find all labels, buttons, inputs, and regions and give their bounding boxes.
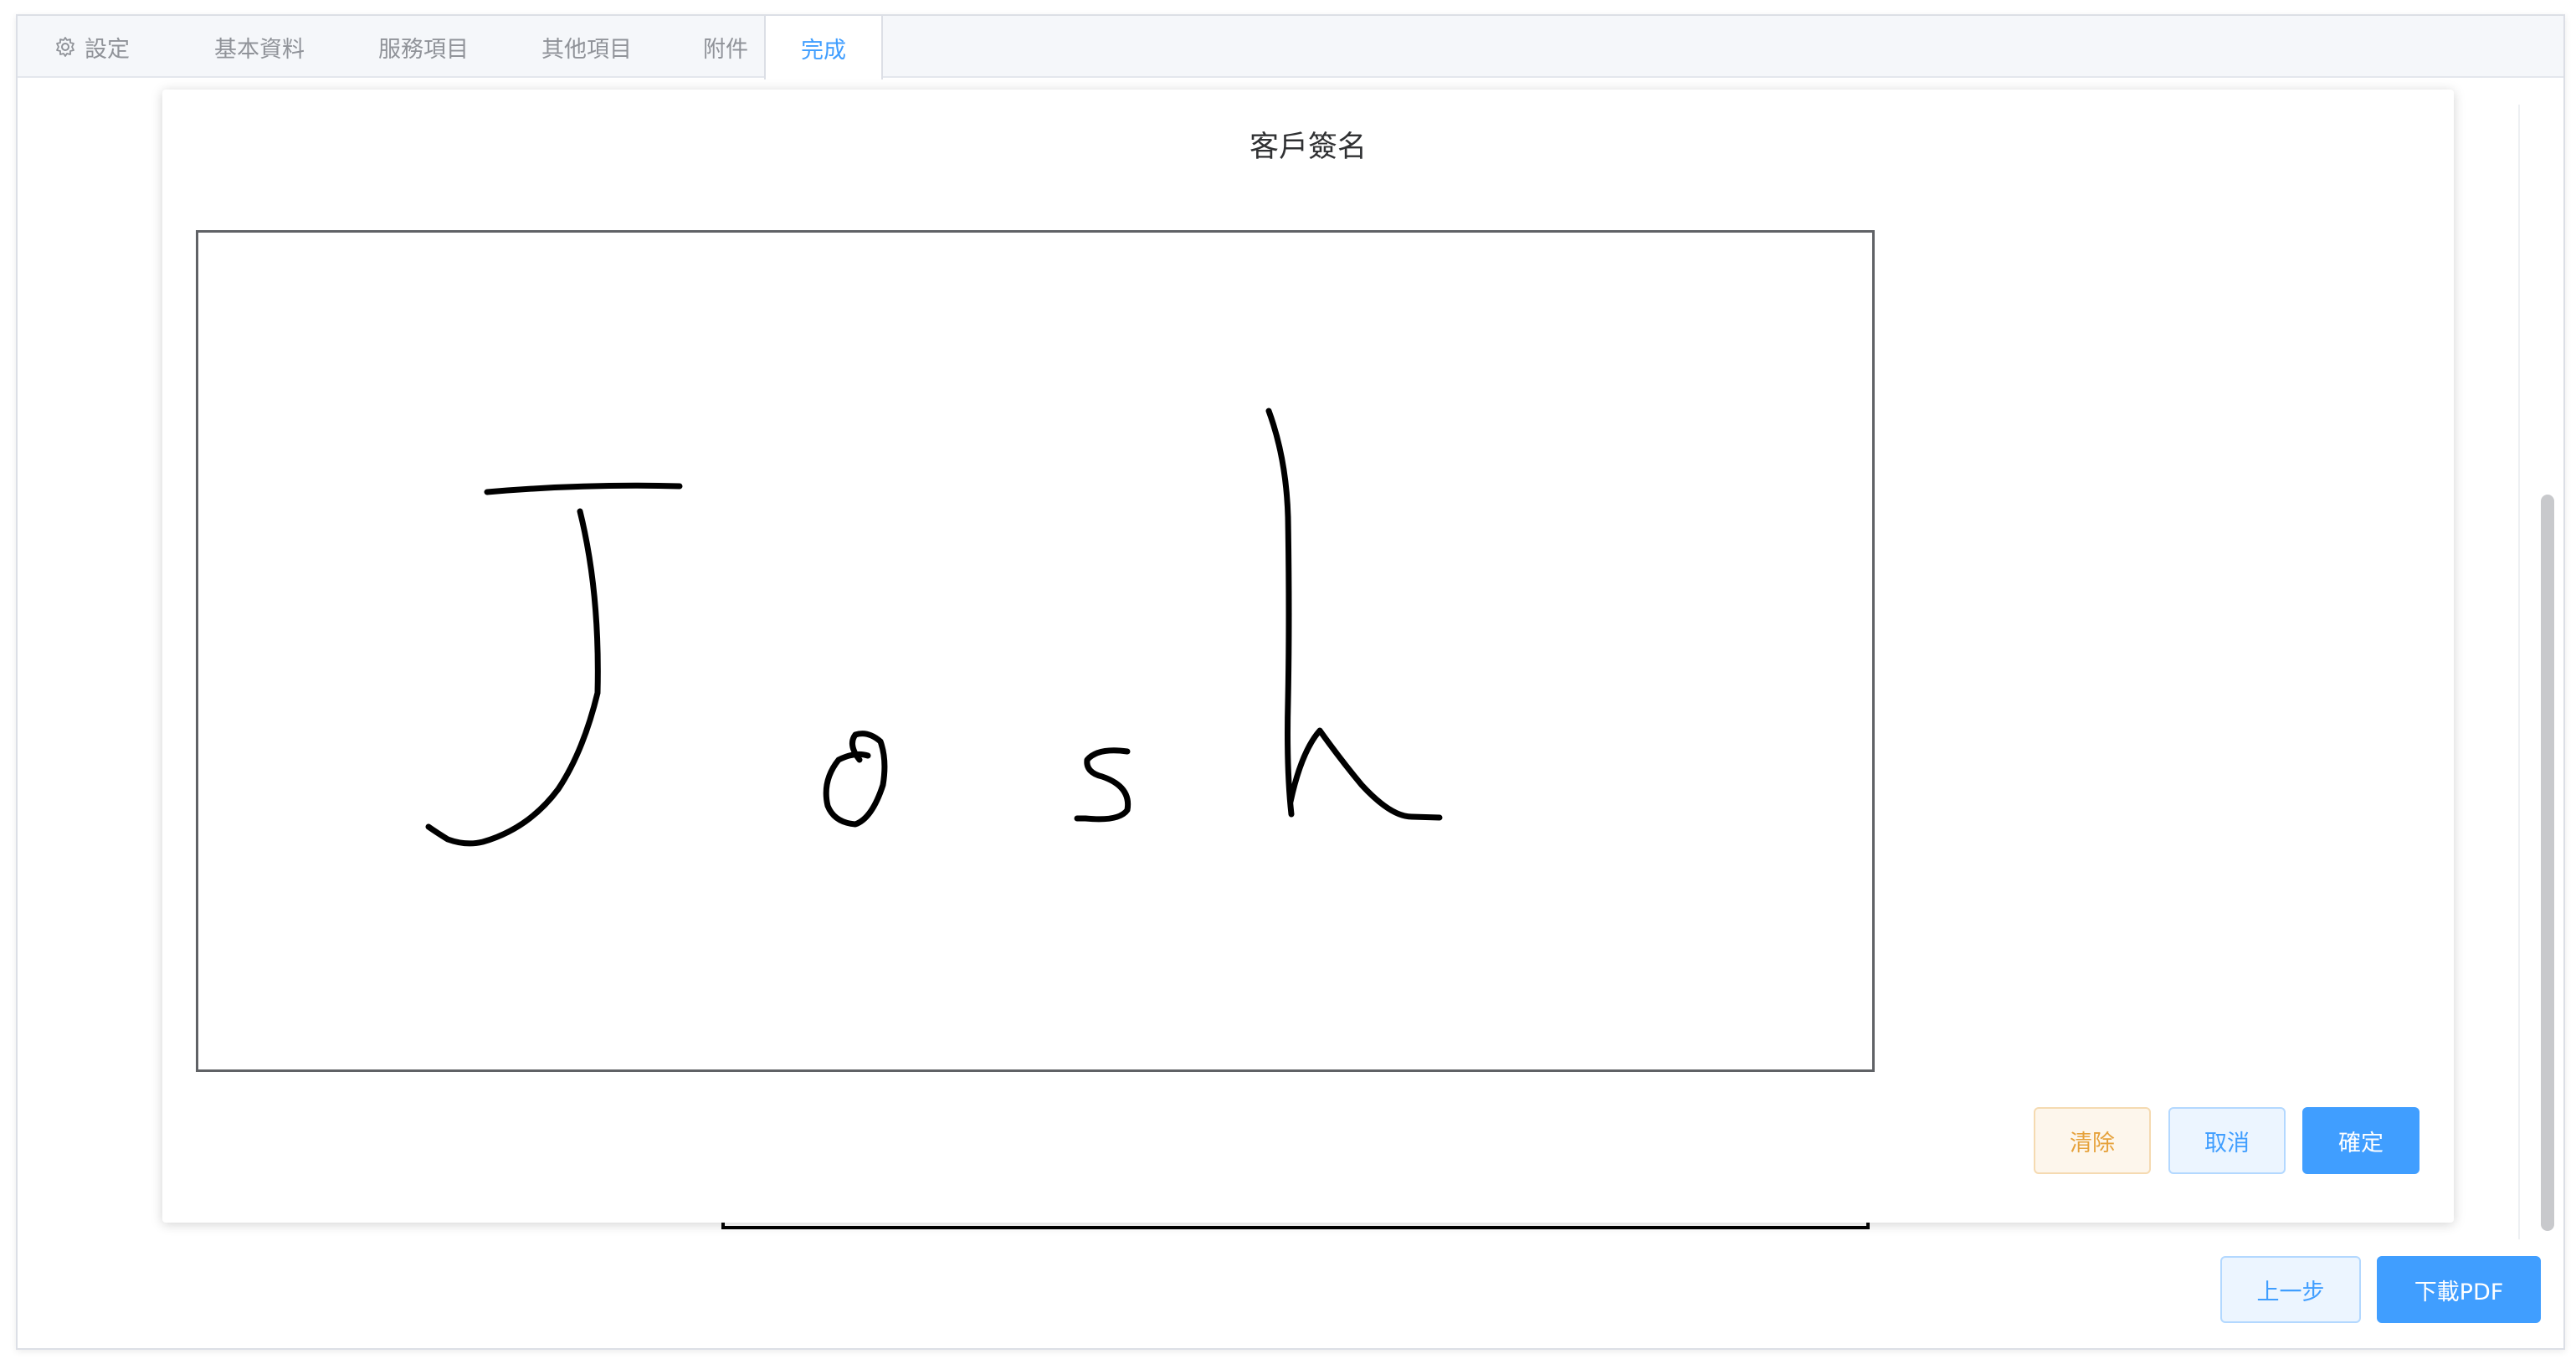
tab-complete[interactable]: 完成: [764, 16, 883, 79]
clear-button[interactable]: 清除: [2034, 1107, 2151, 1174]
tab-basic-info-label: 基本資料: [214, 36, 305, 63]
download-pdf-label: 下載PDF: [2414, 1279, 2504, 1305]
tab-service-items[interactable]: 服務項目: [344, 16, 503, 78]
tab-settings[interactable]: 設定: [34, 16, 150, 78]
tab-other-items[interactable]: 其他項目: [507, 16, 666, 78]
signature-drawing: [425, 408, 1443, 847]
gear-icon: [54, 36, 76, 58]
cancel-button[interactable]: 取消: [2168, 1107, 2286, 1174]
confirm-button[interactable]: 確定: [2302, 1107, 2419, 1174]
previous-step-button[interactable]: 上一步: [2220, 1256, 2361, 1323]
download-pdf-button[interactable]: 下載PDF: [2377, 1256, 2541, 1323]
tab-bar: 設定 基本資料 服務項目 其他項目 附件 完成: [18, 16, 2563, 79]
confirm-label: 確定: [2338, 1130, 2384, 1156]
scrollbar-track: [2518, 105, 2542, 1239]
signature-dialog: 客戶簽名 清除 取消 確定: [162, 90, 2454, 1223]
cancel-label: 取消: [2204, 1130, 2250, 1156]
clear-label: 清除: [2070, 1130, 2115, 1156]
tab-service-items-label: 服務項目: [378, 36, 469, 63]
dialog-title: 客戶簽名: [1249, 131, 1367, 164]
tab-settings-label: 設定: [85, 36, 130, 63]
tab-other-items-label: 其他項目: [541, 36, 632, 63]
app-window: 設定 基本資料 服務項目 其他項目 附件 完成 上一步 下載PDF 客戶簽名 清…: [16, 14, 2565, 1350]
tab-complete-label: 完成: [801, 37, 846, 64]
previous-step-label: 上一步: [2256, 1279, 2325, 1305]
tab-attachments-label: 附件: [703, 36, 748, 63]
signature-canvas[interactable]: [196, 230, 1875, 1072]
tab-basic-info[interactable]: 基本資料: [180, 16, 339, 78]
scrollbar-thumb[interactable]: [2541, 495, 2554, 1231]
